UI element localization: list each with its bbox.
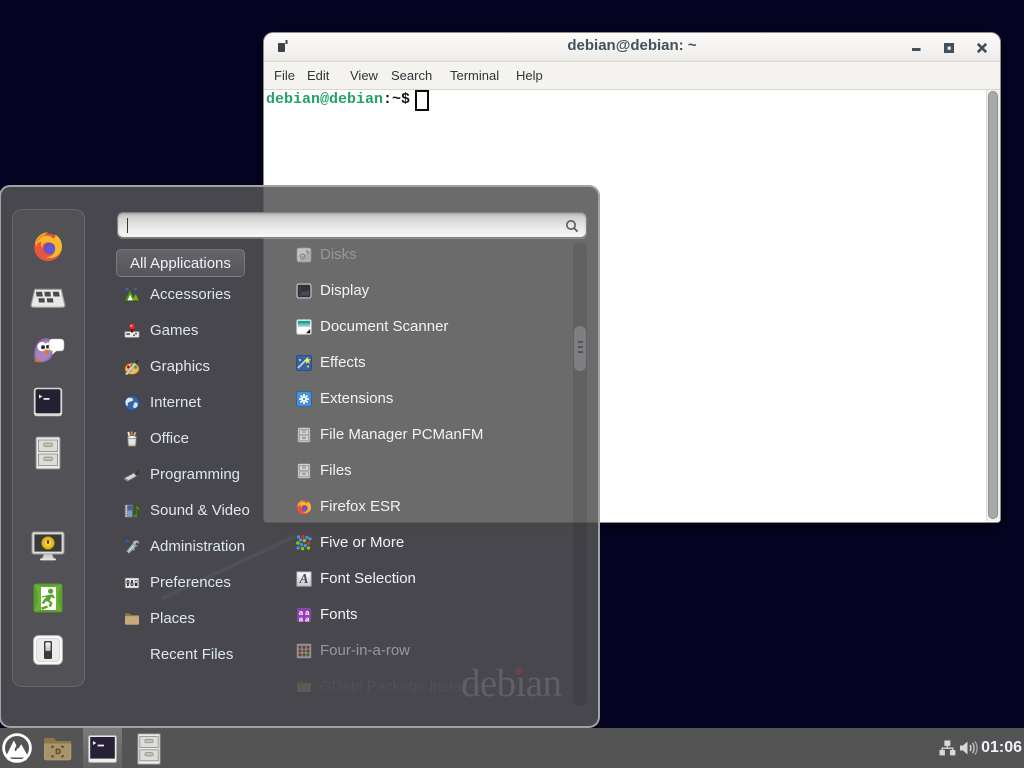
- svg-text:a: a: [305, 615, 309, 623]
- svg-text:A: A: [298, 571, 308, 586]
